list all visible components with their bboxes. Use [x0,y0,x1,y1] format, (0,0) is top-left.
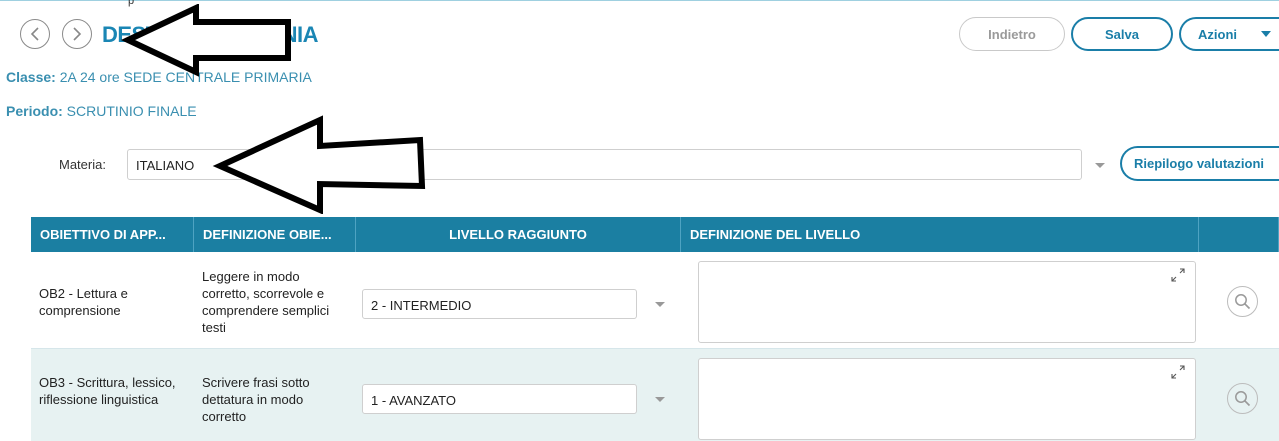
materia-label: Materia: [59,157,106,172]
annotation-arrow [212,115,426,214]
row-actions-cell [1199,252,1279,349]
chevron-left-icon [30,27,39,41]
objective-definition-cell: Scrivere frasi sotto dettatura in modo c… [202,375,310,424]
annotation-arrow [120,4,291,77]
objective-cell: OB3 - Scrittura, lessico, riflessione li… [39,375,176,407]
search-icon [1235,391,1251,407]
column-header-definition[interactable]: DEFINIZIONE OBIE... [194,217,356,252]
top-divider [0,0,1279,2]
periodo-info: Periodo: SCRUTINIO FINALE [6,103,197,119]
search-button[interactable] [1227,286,1258,317]
caret-down-icon[interactable] [1095,163,1105,168]
periodo-label: Periodo: [6,103,63,119]
table-header: OBIETTIVO DI APP... DEFINIZIONE OBIE... … [31,217,1279,252]
periodo-value: SCRUTINIO FINALE [66,103,197,119]
level-cell: 1 - AVANZATO [356,349,681,441]
back-button[interactable]: Indietro [959,17,1065,51]
classe-label: Classe: [6,69,56,85]
caret-down-icon[interactable] [655,397,665,402]
search-icon [1235,294,1251,310]
actions-button[interactable]: Azioni [1179,17,1279,51]
save-button[interactable]: Salva [1071,17,1173,51]
column-header-level-definition[interactable]: DEFINIZIONE DEL LIVELLO [681,217,1199,252]
objective-cell: OB2 - Lettura e comprensione [39,286,128,318]
column-header-level[interactable]: LIVELLO RAGGIUNTO [356,217,681,252]
column-header-objective[interactable]: OBIETTIVO DI APP... [31,217,194,252]
previous-student-button[interactable] [20,19,50,49]
level-definition-textarea[interactable] [698,261,1196,343]
caret-down-icon [1261,31,1271,37]
level-select[interactable]: 1 - AVANZATO [362,384,637,414]
row-actions-cell [1199,349,1279,441]
level-definition-textarea[interactable] [698,358,1196,440]
expand-icon[interactable] [1171,365,1185,379]
table-row: OB3 - Scrittura, lessico, riflessione li… [31,349,1279,441]
level-cell: 2 - INTERMEDIO [356,252,681,349]
search-button[interactable] [1227,383,1258,414]
column-header-actions [1199,217,1279,252]
level-definition-cell [681,252,1199,349]
level-select[interactable]: 2 - INTERMEDIO [362,289,637,319]
summary-evaluations-button[interactable]: Riepilogo valutazioni [1120,146,1279,181]
objectives-table: OBIETTIVO DI APP... DEFINIZIONE OBIE... … [31,217,1279,441]
table-row: OB2 - Lettura e comprensione Leggere in … [31,252,1279,349]
caret-down-icon[interactable] [655,302,665,307]
level-definition-cell [681,349,1199,441]
expand-icon[interactable] [1171,268,1185,282]
actions-button-label: Azioni [1198,26,1237,42]
next-student-button[interactable] [62,19,92,49]
objective-definition-cell: Leggere in modo corretto, scorrevole e c… [202,269,330,335]
chevron-right-icon [73,27,82,41]
